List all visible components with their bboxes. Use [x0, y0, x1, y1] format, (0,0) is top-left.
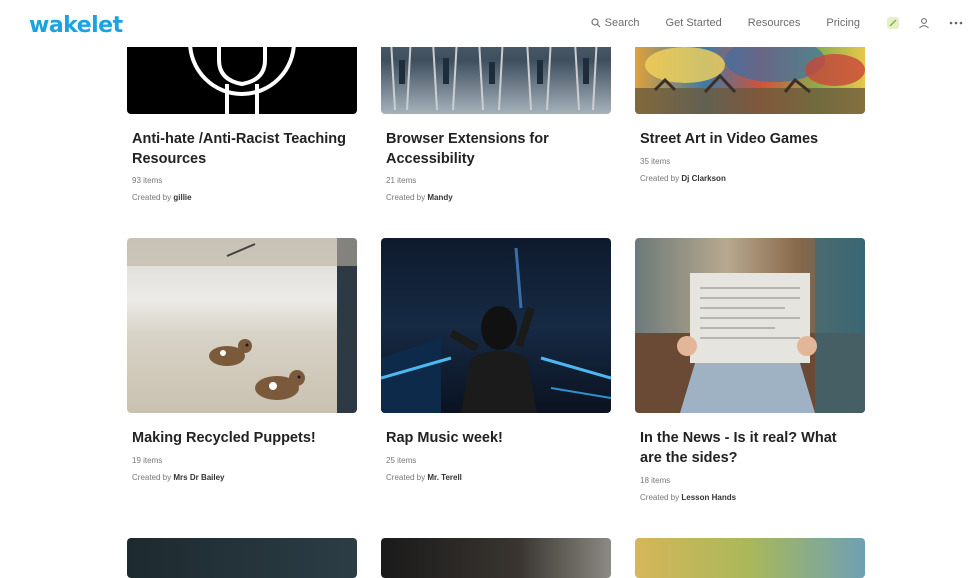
collection-author: Created by gillie — [132, 193, 192, 202]
collection-title[interactable]: In the News - Is it real? What are the s… — [640, 428, 862, 468]
collection-title[interactable]: Street Art in Video Games — [640, 129, 862, 149]
top-navigation-bar: wakelet Search Get Started Resources Pri… — [0, 0, 974, 47]
collection-item-count: 35 items — [640, 157, 671, 166]
collection-thumbnail-row3-1[interactable] — [127, 538, 357, 578]
nav-search[interactable]: Search — [591, 17, 640, 29]
collection-author: Created by Lesson Hands — [640, 493, 736, 502]
author-link[interactable]: Mandy — [427, 193, 452, 202]
collection-title[interactable]: Rap Music week! — [386, 428, 608, 448]
collection-item-count: 19 items — [132, 456, 163, 465]
collection-item-count: 93 items — [132, 176, 163, 185]
nav-resources-label: Resources — [747, 17, 801, 29]
collection-thumbnail-row3-2[interactable] — [381, 538, 611, 578]
collection-item-count: 18 items — [640, 476, 671, 485]
header-nav: Search Get Started Resources Pricing — [591, 16, 974, 30]
nav-search-label: Search — [604, 17, 640, 29]
wakelet-logo[interactable]: wakelet — [29, 13, 123, 38]
nav-pricing[interactable]: Pricing — [826, 17, 860, 29]
author-link[interactable]: Lesson Hands — [681, 493, 736, 502]
nav-resources[interactable]: Resources — [748, 17, 801, 29]
collection-author: Created by Mandy — [386, 193, 453, 202]
created-by-label: Created by — [386, 193, 426, 202]
user-icon[interactable] — [918, 17, 930, 29]
created-by-label: Created by — [640, 174, 680, 183]
collection-author: Created by Mrs Dr Bailey — [132, 473, 225, 482]
collection-item-count: 21 items — [386, 176, 417, 185]
author-link[interactable]: Mr. Terell — [427, 473, 462, 482]
nav-get-started-label: Get Started — [665, 17, 722, 29]
nav-pricing-label: Pricing — [826, 17, 860, 29]
collection-author: Created by Mr. Terell — [386, 473, 462, 482]
created-by-label: Created by — [132, 473, 172, 482]
more-icon[interactable] — [948, 20, 964, 26]
collection-title[interactable]: Anti-hate /Anti-Racist Teaching Resource… — [132, 129, 354, 169]
collection-title[interactable]: Making Recycled Puppets! — [132, 428, 354, 448]
collection-thumbnail-row3-3[interactable] — [635, 538, 865, 578]
created-by-label: Created by — [386, 473, 426, 482]
nav-get-started[interactable]: Get Started — [666, 17, 722, 29]
collection-thumbnail-rapper[interactable] — [381, 238, 611, 413]
collection-thumbnail-newspaper-reader[interactable] — [635, 238, 865, 413]
author-link[interactable]: Mrs Dr Bailey — [173, 473, 224, 482]
collection-thumbnail-puppets[interactable] — [127, 238, 357, 413]
search-icon — [591, 18, 601, 28]
grid-icon[interactable] — [886, 16, 900, 30]
created-by-label: Created by — [640, 493, 680, 502]
created-by-label: Created by — [132, 193, 172, 202]
collection-item-count: 25 items — [386, 456, 417, 465]
collection-author: Created by Dj Clarkson — [640, 174, 726, 183]
author-link[interactable]: Dj Clarkson — [681, 174, 725, 183]
author-link[interactable]: gillie — [173, 193, 191, 202]
collection-title[interactable]: Browser Extensions for Accessibility — [386, 129, 608, 169]
